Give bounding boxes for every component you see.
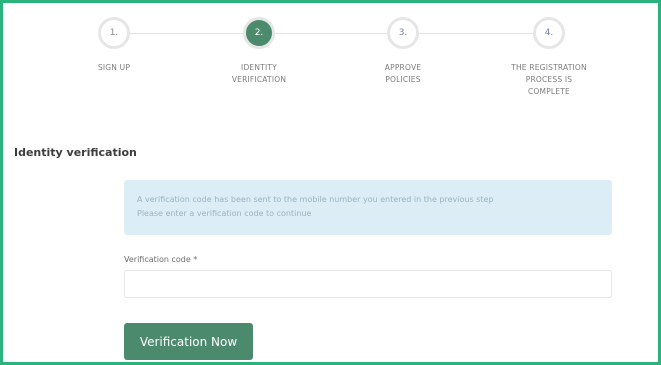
verification-code-label: Verification code * [124,255,197,264]
step-sign-up: 1. SIGN UP [54,17,174,74]
step-approve-policies: 3. APPROVE POLICIES [343,17,463,86]
required-mark: * [193,255,198,264]
step-label: APPROVE POLICIES [384,63,422,84]
step-identity-verification: 2. IDENTITY VERIFICATION [199,17,319,86]
page-frame: 1. SIGN UP 2. IDENTITY VERIFICATION 3. A… [0,0,661,365]
registration-stepper: 1. SIGN UP 2. IDENTITY VERIFICATION 3. A… [3,3,658,123]
verification-code-input[interactable] [124,270,612,298]
step-number-circle: 1. [98,17,130,49]
step-number-circle: 3. [387,17,419,49]
label-text: Verification code [124,255,191,264]
step-registration-complete: 4. THE REGISTRATION PROCESS IS COMPLETE [489,17,609,98]
alert-line: Please enter a verification code to cont… [137,209,312,218]
info-alert: A verification code has been sent to the… [124,180,612,235]
step-label: IDENTITY VERIFICATION [231,63,287,84]
stepper-connector [128,33,551,34]
step-label: THE REGISTRATION PROCESS IS COMPLETE [511,63,587,96]
section-title: Identity verification [14,146,137,159]
step-number-circle: 4. [533,17,565,49]
step-number-circle: 2. [243,17,275,49]
alert-line: A verification code has been sent to the… [137,195,494,204]
step-label: SIGN UP [97,63,131,72]
verification-now-button[interactable]: Verification Now [124,323,253,360]
